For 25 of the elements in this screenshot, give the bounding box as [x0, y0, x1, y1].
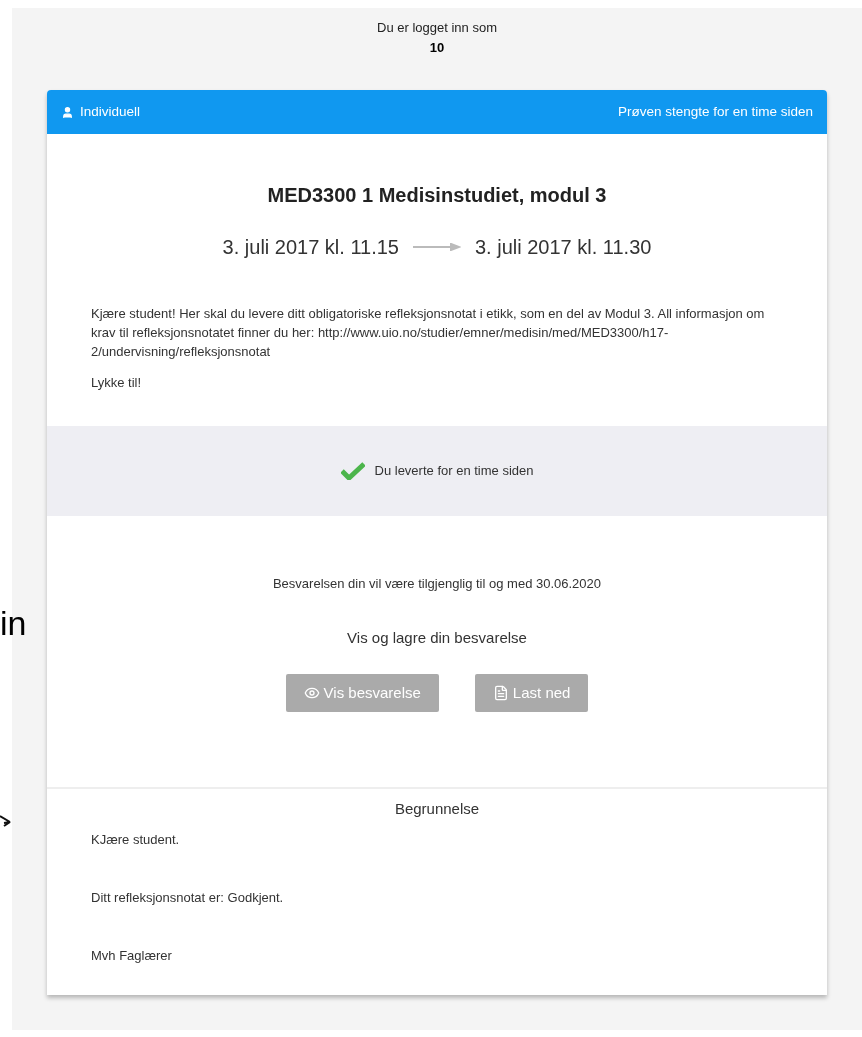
description-text: Kjære student! Her skal du levere ditt obligatoriske refleksjonsnotat i etikk, som en del av Modul 3. All informasjon om krav til refleksjonsnotatet finner du her: http://www.uio.no/studier/emner/medisin/med/MED3300/h17-2/undervisning/refleksjonsnotat: [91, 305, 766, 361]
start-time: 3. juli 2017 kl. 11.15: [222, 235, 399, 260]
checkmark-icon: [340, 462, 365, 480]
view-heading: Vis og lagre din besvarelse: [347, 627, 527, 648]
delivery-status: Du leverte for en time siden: [374, 462, 534, 481]
end-time: 3. juli 2017 kl. 11.30: [475, 235, 652, 260]
justification-line: KJære student.: [91, 831, 181, 849]
annotation-text: in: [0, 603, 27, 644]
eye-icon: [303, 685, 320, 701]
arrow-icon: [0, 814, 12, 828]
justification-line: Ditt refleksjonsnotat er: Godkjent.: [91, 889, 285, 907]
description-text: Lykke til!: [91, 374, 143, 392]
login-label: Du er logget inn som: [377, 19, 497, 37]
user-icon: [61, 105, 74, 119]
justification-line: Mvh Faglærer: [91, 947, 173, 965]
arrow-icon: [413, 243, 461, 251]
exam-title: MED3300 1 Medisinstudiet, modul 3: [267, 183, 607, 208]
document-icon: [492, 685, 509, 701]
view-button[interactable]: Vis besvarelse: [285, 674, 439, 712]
availability-text: Besvarelsen din vil være tilgjenglig til og med 30.06.2020: [272, 575, 602, 593]
exam-type: Individuell: [80, 102, 141, 121]
download-button[interactable]: Last ned: [474, 674, 589, 712]
exam-status: Prøven stengte for en time siden: [617, 102, 813, 121]
username: 10: [429, 38, 445, 57]
justification-title: Begrunnelse: [394, 800, 480, 817]
